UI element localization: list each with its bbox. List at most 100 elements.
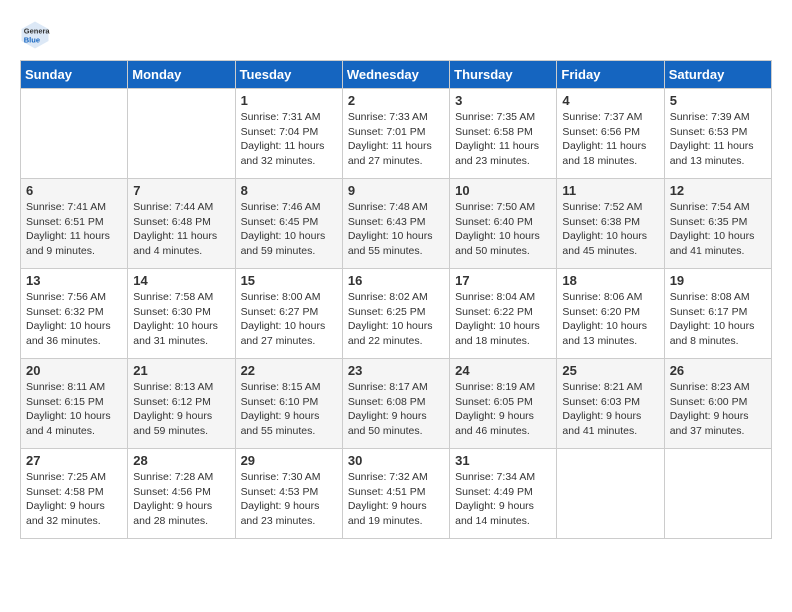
cell-content: Sunrise: 7:28 AM Sunset: 4:56 PM Dayligh… [133,470,229,529]
cell-content: Sunrise: 8:13 AM Sunset: 6:12 PM Dayligh… [133,380,229,439]
cell-content: Sunrise: 7:44 AM Sunset: 6:48 PM Dayligh… [133,200,229,259]
day-number: 4 [562,93,658,108]
cell-content: Sunrise: 8:17 AM Sunset: 6:08 PM Dayligh… [348,380,444,439]
day-number: 17 [455,273,551,288]
calendar-cell: 8 Sunrise: 7:46 AM Sunset: 6:45 PM Daylig… [235,179,342,269]
cell-content: Sunrise: 7:25 AM Sunset: 4:58 PM Dayligh… [26,470,122,529]
day-number: 15 [241,273,337,288]
day-number: 18 [562,273,658,288]
cell-content: Sunrise: 7:48 AM Sunset: 6:43 PM Dayligh… [348,200,444,259]
day-number: 29 [241,453,337,468]
cell-content: Sunrise: 8:23 AM Sunset: 6:00 PM Dayligh… [670,380,766,439]
day-number: 3 [455,93,551,108]
cell-content: Sunrise: 7:41 AM Sunset: 6:51 PM Dayligh… [26,200,122,259]
cell-content: Sunrise: 8:04 AM Sunset: 6:22 PM Dayligh… [455,290,551,349]
day-number: 22 [241,363,337,378]
day-number: 30 [348,453,444,468]
calendar-cell: 7 Sunrise: 7:44 AM Sunset: 6:48 PM Daylig… [128,179,235,269]
day-number: 14 [133,273,229,288]
cell-content: Sunrise: 7:32 AM Sunset: 4:51 PM Dayligh… [348,470,444,529]
calendar-week-row: 13 Sunrise: 7:56 AM Sunset: 6:32 PM Dayli… [21,269,772,359]
calendar-cell: 4 Sunrise: 7:37 AM Sunset: 6:56 PM Daylig… [557,89,664,179]
day-number: 10 [455,183,551,198]
day-number: 28 [133,453,229,468]
calendar-cell: 5Sunrise: 7:39 AM Sunset: 6:53 PM Daylig… [664,89,771,179]
day-number: 6 [26,183,122,198]
cell-content: Sunrise: 7:52 AM Sunset: 6:38 PM Dayligh… [562,200,658,259]
calendar-cell: 1 Sunrise: 7:31 AM Sunset: 7:04 PM Daylig… [235,89,342,179]
calendar-cell [21,89,128,179]
calendar-cell: 9 Sunrise: 7:48 AM Sunset: 6:43 PM Daylig… [342,179,449,269]
calendar-cell: 14 Sunrise: 7:58 AM Sunset: 6:30 PM Dayli… [128,269,235,359]
cell-content: Sunrise: 8:11 AM Sunset: 6:15 PM Dayligh… [26,380,122,439]
svg-text:Blue: Blue [24,36,40,45]
cell-content: Sunrise: 7:50 AM Sunset: 6:40 PM Dayligh… [455,200,551,259]
calendar-week-row: 1 Sunrise: 7:31 AM Sunset: 7:04 PM Daylig… [21,89,772,179]
page-header: General Blue [20,20,772,50]
calendar-cell: 31 Sunrise: 7:34 AM Sunset: 4:49 PM Dayli… [450,449,557,539]
day-number: 24 [455,363,551,378]
cell-content: Sunrise: 7:56 AM Sunset: 6:32 PM Dayligh… [26,290,122,349]
calendar-cell: 20 Sunrise: 8:11 AM Sunset: 6:15 PM Dayli… [21,359,128,449]
calendar-cell: 13 Sunrise: 7:56 AM Sunset: 6:32 PM Dayli… [21,269,128,359]
day-number: 25 [562,363,658,378]
day-header-tuesday: Tuesday [235,61,342,89]
calendar-cell: 12 Sunrise: 7:54 AM Sunset: 6:35 PM Dayli… [664,179,771,269]
cell-content: Sunrise: 7:30 AM Sunset: 4:53 PM Dayligh… [241,470,337,529]
cell-content: Sunrise: 8:06 AM Sunset: 6:20 PM Dayligh… [562,290,658,349]
cell-content: Sunrise: 7:37 AM Sunset: 6:56 PM Dayligh… [562,110,658,169]
cell-content: Sunrise: 7:39 AM Sunset: 6:53 PM Dayligh… [670,110,766,169]
cell-content: Sunrise: 8:02 AM Sunset: 6:25 PM Dayligh… [348,290,444,349]
day-header-saturday: Saturday [664,61,771,89]
cell-content: Sunrise: 7:35 AM Sunset: 6:58 PM Dayligh… [455,110,551,169]
calendar-cell [557,449,664,539]
day-header-wednesday: Wednesday [342,61,449,89]
cell-content: Sunrise: 7:46 AM Sunset: 6:45 PM Dayligh… [241,200,337,259]
calendar-cell: 25Sunrise: 8:21 AM Sunset: 6:03 PM Dayli… [557,359,664,449]
day-header-friday: Friday [557,61,664,89]
cell-content: Sunrise: 8:00 AM Sunset: 6:27 PM Dayligh… [241,290,337,349]
calendar-cell: 23 Sunrise: 8:17 AM Sunset: 6:08 PM Dayli… [342,359,449,449]
day-number: 8 [241,183,337,198]
calendar-cell: 29 Sunrise: 7:30 AM Sunset: 4:53 PM Dayli… [235,449,342,539]
calendar-cell: 11 Sunrise: 7:52 AM Sunset: 6:38 PM Dayli… [557,179,664,269]
day-number: 12 [670,183,766,198]
calendar-cell: 18 Sunrise: 8:06 AM Sunset: 6:20 PM Dayli… [557,269,664,359]
day-number: 31 [455,453,551,468]
day-number: 1 [241,93,337,108]
day-number: 7 [133,183,229,198]
cell-content: Sunrise: 8:15 AM Sunset: 6:10 PM Dayligh… [241,380,337,439]
day-number: 9 [348,183,444,198]
calendar-cell: 17 Sunrise: 8:04 AM Sunset: 6:22 PM Dayli… [450,269,557,359]
cell-content: Sunrise: 7:58 AM Sunset: 6:30 PM Dayligh… [133,290,229,349]
calendar-table: SundayMondayTuesdayWednesdayThursdayFrid… [20,60,772,539]
day-number: 13 [26,273,122,288]
day-number: 2 [348,93,444,108]
day-number: 19 [670,273,766,288]
calendar-header-row: SundayMondayTuesdayWednesdayThursdayFrid… [21,61,772,89]
cell-content: Sunrise: 7:54 AM Sunset: 6:35 PM Dayligh… [670,200,766,259]
calendar-week-row: 6 Sunrise: 7:41 AM Sunset: 6:51 PM Daylig… [21,179,772,269]
calendar-cell: 6 Sunrise: 7:41 AM Sunset: 6:51 PM Daylig… [21,179,128,269]
calendar-cell: 30 Sunrise: 7:32 AM Sunset: 4:51 PM Dayli… [342,449,449,539]
day-number: 20 [26,363,122,378]
calendar-cell [664,449,771,539]
calendar-cell: 24 Sunrise: 8:19 AM Sunset: 6:05 PM Dayli… [450,359,557,449]
logo: General Blue [20,20,54,50]
calendar-cell: 10 Sunrise: 7:50 AM Sunset: 6:40 PM Dayli… [450,179,557,269]
calendar-body: 1 Sunrise: 7:31 AM Sunset: 7:04 PM Daylig… [21,89,772,539]
calendar-cell: 19Sunrise: 8:08 AM Sunset: 6:17 PM Dayli… [664,269,771,359]
cell-content: Sunrise: 8:19 AM Sunset: 6:05 PM Dayligh… [455,380,551,439]
calendar-cell [128,89,235,179]
calendar-week-row: 20 Sunrise: 8:11 AM Sunset: 6:15 PM Dayli… [21,359,772,449]
cell-content: Sunrise: 7:33 AM Sunset: 7:01 PM Dayligh… [348,110,444,169]
cell-content: Sunrise: 7:31 AM Sunset: 7:04 PM Dayligh… [241,110,337,169]
day-header-monday: Monday [128,61,235,89]
day-number: 11 [562,183,658,198]
cell-content: Sunrise: 7:34 AM Sunset: 4:49 PM Dayligh… [455,470,551,529]
calendar-cell: 2 Sunrise: 7:33 AM Sunset: 7:01 PM Daylig… [342,89,449,179]
day-number: 23 [348,363,444,378]
calendar-cell: 3 Sunrise: 7:35 AM Sunset: 6:58 PM Daylig… [450,89,557,179]
day-number: 27 [26,453,122,468]
day-header-thursday: Thursday [450,61,557,89]
